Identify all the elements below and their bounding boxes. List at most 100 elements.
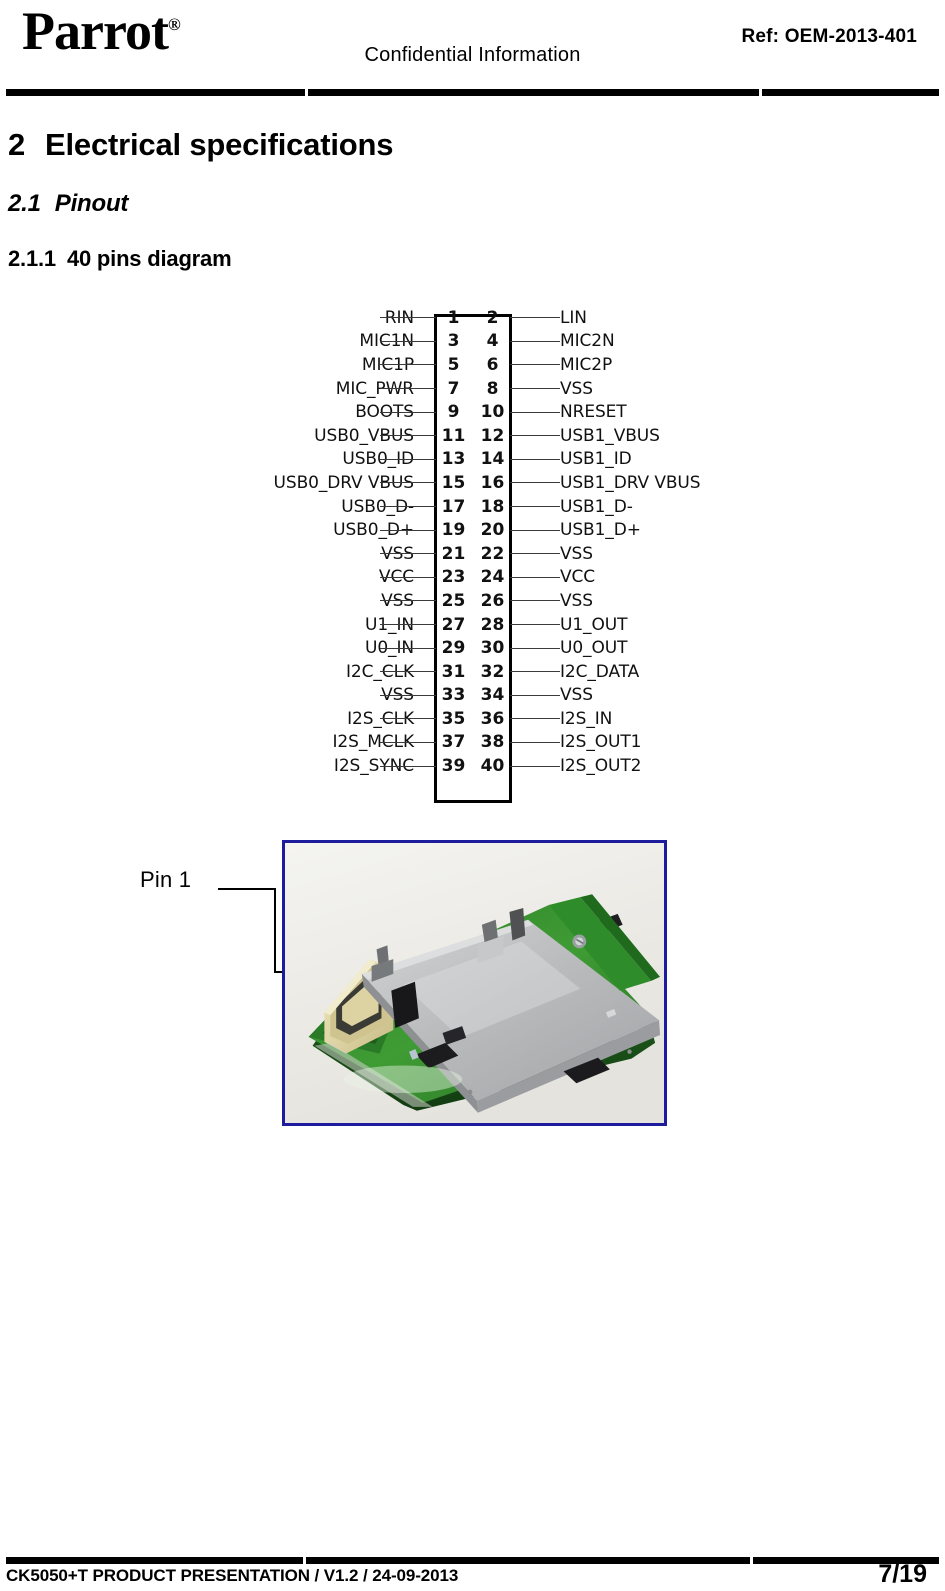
pin-number-right: 36 — [480, 708, 505, 729]
pin-lead-line-right — [510, 529, 560, 531]
pin-number-right: 28 — [480, 614, 505, 635]
pin-lead-line-left — [380, 765, 436, 767]
pin-signal-label-right: I2S_IN — [560, 708, 613, 729]
pin-number-right: 4 — [486, 331, 499, 352]
pin-number-left: 15 — [441, 472, 466, 493]
pin-number-left: 17 — [441, 496, 466, 517]
pin-number-right: 12 — [480, 425, 505, 446]
pin-number-left: 27 — [441, 614, 466, 635]
pin-lead-line-left — [380, 482, 436, 484]
pin-lead-line-left — [380, 506, 436, 508]
pin-lead-line-left — [380, 576, 436, 578]
module-photo — [285, 843, 664, 1123]
pin1-leader-line-vertical — [274, 888, 276, 972]
pin-number-right: 8 — [486, 378, 499, 399]
pin-lead-line-right — [510, 506, 560, 508]
pin-row: I2S_MCLK 37 38 I2S_OUT1 — [230, 731, 710, 755]
pin1-leader-line-horizontal — [218, 888, 276, 890]
pin-number-right: 10 — [480, 402, 505, 423]
section-heading-level3: 2.1.1 40 pins diagram — [8, 246, 232, 272]
pin-lead-line-left — [380, 671, 436, 673]
pin-lead-line-left — [380, 600, 436, 602]
pin-lead-line-left — [380, 435, 436, 437]
pin-row: USB0_DRV VBUS 15 16 USB1_DRV VBUS — [230, 471, 710, 495]
pin-number-left: 23 — [441, 567, 466, 588]
pin-signal-label-right: I2S_OUT2 — [560, 756, 642, 777]
pin-number-right: 22 — [480, 543, 505, 564]
pin-row: U1_IN 27 28 U1_OUT — [230, 613, 710, 637]
pin-number-right: 30 — [480, 638, 505, 659]
pin-number-right: 6 — [486, 354, 499, 375]
pin-lead-line-right — [510, 411, 560, 413]
pin-signal-label-right: VCC — [560, 567, 596, 588]
pin-number-right: 18 — [480, 496, 505, 517]
pin-lead-line-right — [510, 624, 560, 626]
pin-lead-line-right — [510, 741, 560, 743]
pin-lead-line-left — [380, 364, 436, 366]
subsection-title: Pinout — [54, 190, 129, 217]
pin-row: BOOTS 9 10 NRESET — [230, 400, 710, 424]
pin-number-left: 3 — [447, 331, 460, 352]
pin-lead-line-right — [510, 765, 560, 767]
pin-lead-line-left — [380, 458, 436, 460]
document-reference: Ref: OEM-2013-401 — [741, 26, 917, 47]
pin-lead-line-left — [380, 529, 436, 531]
pin-lead-line-right — [510, 340, 560, 342]
pin-number-left: 5 — [447, 354, 460, 375]
section-heading-level1: 2 Electrical specifications — [8, 127, 393, 163]
pin-signal-label-right: USB1_DRV VBUS — [560, 472, 701, 493]
pin-lead-line-right — [510, 553, 560, 555]
section-number: 2 — [8, 127, 26, 162]
subsection-number: 2.1 — [8, 190, 41, 217]
pin-row: USB0_D+ 19 20 USB1_D+ — [230, 518, 710, 542]
pin-lead-line-left — [380, 718, 436, 720]
pin-lead-line-right — [510, 718, 560, 720]
section-heading-level2: 2.1 Pinout — [8, 190, 128, 218]
pin-number-left: 7 — [447, 378, 460, 399]
pin-row: MIC1P 5 6 MIC2P — [230, 353, 710, 377]
pin-signal-label-right: VSS — [560, 543, 593, 564]
pin-number-left: 29 — [441, 638, 466, 659]
pin-number-right: 14 — [480, 449, 505, 470]
registered-trademark-icon: ® — [167, 15, 181, 34]
pin-row: I2C_CLK 31 32 I2C_DATA — [230, 660, 710, 684]
pin-number-left: 9 — [447, 402, 460, 423]
subsubsection-title: 40 pins diagram — [66, 246, 232, 271]
pin-number-right: 24 — [480, 567, 505, 588]
pin-number-right: 38 — [480, 732, 505, 753]
pin-lead-line-left — [380, 694, 436, 696]
pin-lead-line-left — [380, 411, 436, 413]
pin-row: VSS 21 22 VSS — [230, 542, 710, 566]
pin-number-left: 11 — [441, 425, 466, 446]
pin-number-right: 20 — [480, 520, 505, 541]
pinout-diagram: RIN 1 2 LIN MIC1N 3 4 MIC2N MIC1P 5 6 MIC2P MIC_PWR 7… — [230, 306, 710, 811]
pin-number-left: 25 — [441, 590, 466, 611]
pin-number-left: 19 — [441, 520, 466, 541]
pin-lead-line-right — [510, 435, 560, 437]
pin-row: I2S_CLK 35 36 I2S_IN — [230, 707, 710, 731]
pin-number-left: 1 — [447, 307, 460, 328]
pin-lead-line-right — [510, 576, 560, 578]
pin1-annotation-label: Pin 1 — [140, 867, 192, 892]
pin-row: U0_IN 29 30 U0_OUT — [230, 636, 710, 660]
pin-row: USB0_ID 13 14 USB1_ID — [230, 448, 710, 472]
pin-number-left: 37 — [441, 732, 466, 753]
pin-row: MIC_PWR 7 8 VSS — [230, 377, 710, 401]
subsubsection-number: 2.1.1 — [8, 246, 56, 271]
footer-divider — [6, 1557, 939, 1564]
header-divider — [6, 89, 939, 96]
pin-row-list: RIN 1 2 LIN MIC1N 3 4 MIC2N MIC1P 5 6 MIC2P MIC_PWR 7… — [230, 306, 710, 778]
pin-row: USB0_D- 17 18 USB1_D- — [230, 495, 710, 519]
pin-signal-label-right: I2C_DATA — [560, 661, 640, 682]
pin-signal-label-right: VSS — [560, 378, 593, 399]
pin-lead-line-right — [510, 647, 560, 649]
pin-signal-label-right: NRESET — [560, 402, 627, 423]
pin-signal-label-right: USB1_D+ — [560, 520, 641, 541]
page-header: Parrot® Confidential Information Ref: OE… — [0, 0, 945, 96]
pin-lead-line-left — [380, 647, 436, 649]
pin-lead-line-left — [380, 624, 436, 626]
pin-row: RIN 1 2 LIN — [230, 306, 710, 330]
pin-number-left: 33 — [441, 685, 466, 706]
pin-lead-line-right — [510, 482, 560, 484]
pin-row: I2S_SYNC 39 40 I2S_OUT2 — [230, 754, 710, 778]
